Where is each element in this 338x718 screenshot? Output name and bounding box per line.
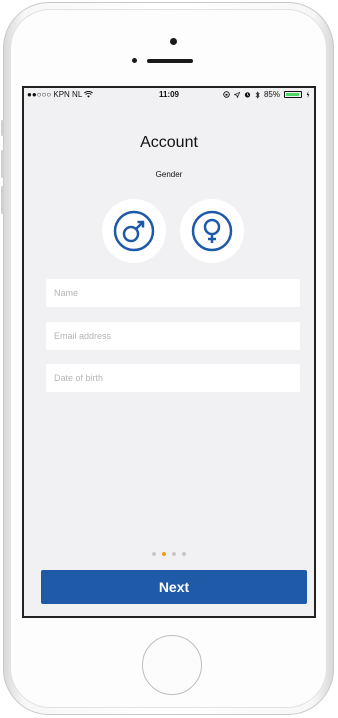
male-symbol-icon [113, 210, 155, 252]
email-input[interactable] [46, 322, 300, 350]
alarm-icon [244, 92, 251, 98]
mute-switch [1, 120, 4, 136]
page-indicator [24, 552, 314, 556]
page-title: Account [140, 134, 198, 151]
bluetooth-icon [255, 90, 260, 99]
battery-icon [284, 91, 302, 98]
location-icon [233, 91, 240, 98]
home-button[interactable] [142, 635, 202, 695]
earpiece-speaker [147, 59, 193, 63]
orientation-lock-icon [223, 91, 230, 98]
status-right: 85% [223, 90, 310, 99]
page-dot [152, 552, 156, 556]
gender-label: Gender [155, 170, 183, 179]
front-camera [170, 38, 177, 45]
name-input[interactable] [46, 279, 300, 307]
battery-percent: 85% [263, 90, 280, 99]
page-dot [182, 552, 186, 556]
gender-male-button[interactable] [102, 199, 166, 263]
proximity-sensor [132, 58, 137, 63]
page-dot [172, 552, 176, 556]
date-of-birth-input[interactable] [46, 364, 300, 392]
app-screen: ●●○○○ KPN NL 11:09 85% Account Gender Na… [22, 86, 316, 618]
next-button[interactable]: Next [41, 570, 307, 604]
female-symbol-icon [191, 210, 233, 252]
gender-female-button[interactable] [180, 199, 244, 263]
volume-down-button [1, 186, 4, 214]
status-bar: ●●○○○ KPN NL 11:09 85% [24, 88, 314, 102]
charging-bolt-icon [306, 91, 310, 98]
volume-up-button [1, 150, 4, 178]
page-dot-active [162, 552, 166, 556]
